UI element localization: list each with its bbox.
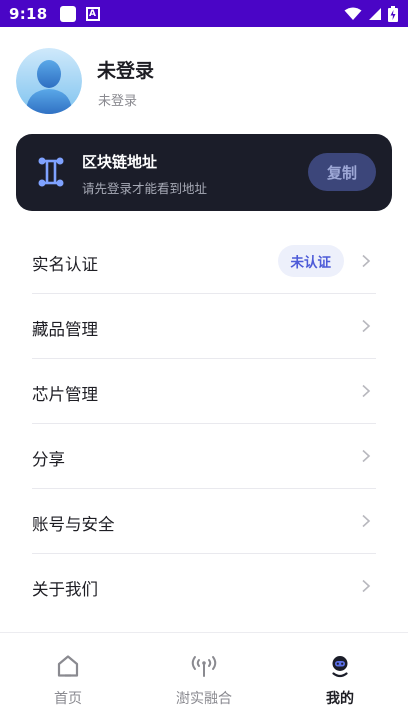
menu-item-label: 分享 <box>32 450 65 469</box>
status-time: 9:18 <box>9 4 48 23</box>
avatar[interactable] <box>16 48 82 114</box>
chevron-right-icon <box>362 254 371 268</box>
copy-address-button[interactable]: 复制 <box>308 153 376 191</box>
menu-item-share[interactable]: 分享 <box>32 424 376 489</box>
wifi-icon <box>344 7 362 20</box>
default-user-avatar-icon <box>16 48 82 114</box>
tab-mine-label: 我的 <box>326 691 354 707</box>
robot-face-icon <box>332 656 348 678</box>
menu-item-label: 芯片管理 <box>32 385 98 404</box>
blockchain-link-icon <box>38 157 64 187</box>
tab-fusion-label: 澍实融合 <box>176 691 232 707</box>
blockchain-address-card: 区块链地址 请先登录才能看到地址 复制 <box>16 134 392 211</box>
tab-home-label: 首页 <box>54 691 82 707</box>
user-name[interactable]: 未登录 <box>97 56 154 83</box>
card-title: 区块链地址 <box>82 153 158 171</box>
menu-item-label: 关于我们 <box>32 580 98 599</box>
a-notification-icon: A <box>85 6 100 21</box>
menu-item-account-security[interactable]: 账号与安全 <box>32 489 376 554</box>
chevron-right-icon <box>362 579 371 593</box>
card-subtitle: 请先登录才能看到地址 <box>82 181 208 196</box>
cellular-signal-icon <box>369 7 381 20</box>
menu-item-chip-management[interactable]: 芯片管理 <box>32 359 376 424</box>
signal-tower-icon <box>191 656 217 677</box>
menu-item-label: 实名认证 <box>32 255 98 274</box>
bottom-tab-bar: 首页 澍实融合 我的 <box>0 632 408 728</box>
settings-menu: 实名认证 未认证 藏品管理 芯片管理 分享 账号与安全 关于我们 <box>32 229 376 619</box>
tab-home[interactable]: 首页 <box>0 633 136 728</box>
menu-item-label: 账号与安全 <box>32 515 115 534</box>
user-subtitle: 未登录 <box>98 94 138 109</box>
chevron-right-icon <box>362 319 371 333</box>
chevron-right-icon <box>362 514 371 528</box>
status-bar: 9:18 A <box>0 0 408 27</box>
tab-fusion[interactable]: 澍实融合 <box>136 633 272 728</box>
chevron-right-icon <box>362 449 371 463</box>
tab-mine[interactable]: 我的 <box>272 633 408 728</box>
notification-square-icon <box>59 5 76 22</box>
menu-item-label: 藏品管理 <box>32 320 98 339</box>
menu-item-collection-management[interactable]: 藏品管理 <box>32 294 376 359</box>
chevron-right-icon <box>362 384 371 398</box>
home-icon <box>57 655 79 677</box>
menu-item-about-us[interactable]: 关于我们 <box>32 554 376 619</box>
menu-item-real-name-verification[interactable]: 实名认证 未认证 <box>32 229 376 294</box>
verification-status-badge: 未认证 <box>277 245 344 277</box>
battery-icon <box>388 5 398 22</box>
